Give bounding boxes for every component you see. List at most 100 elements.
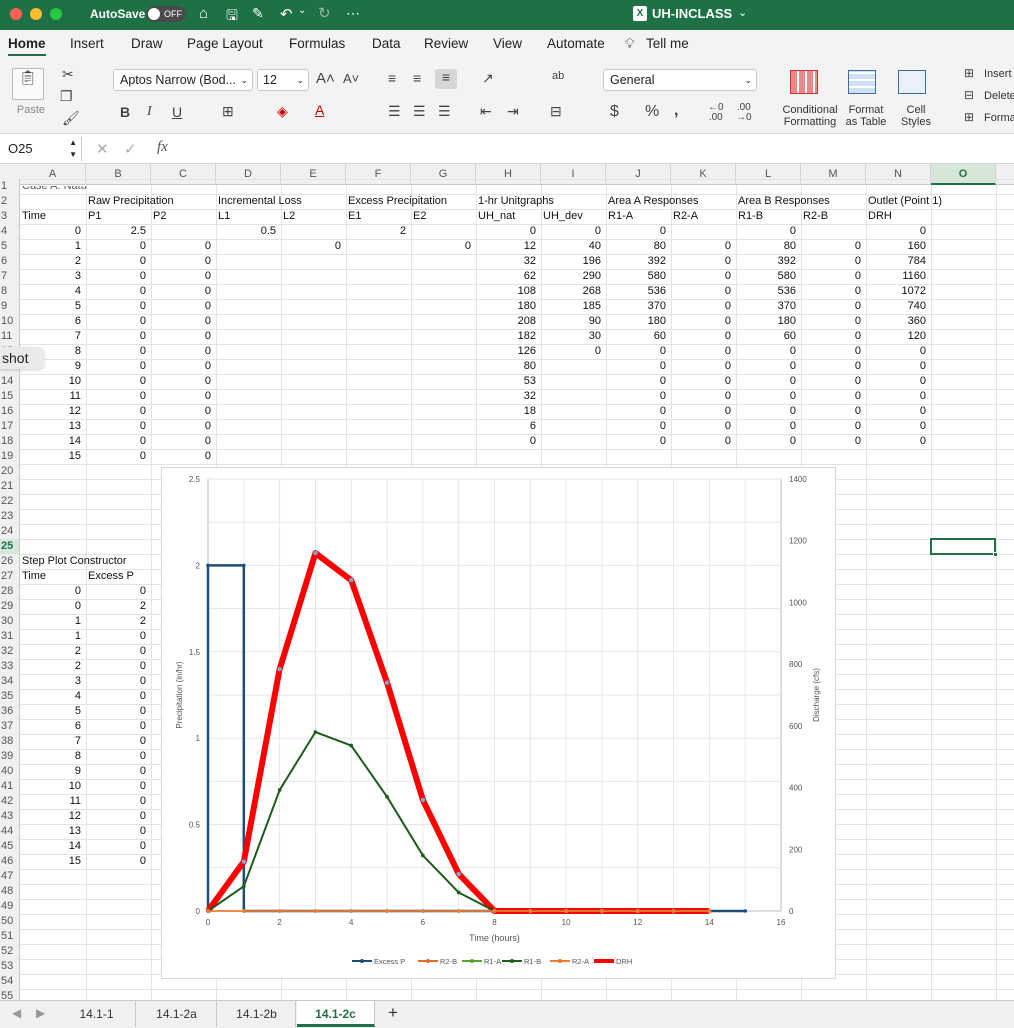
cell[interactable]: 0	[86, 749, 151, 764]
cell[interactable]: 0	[801, 299, 866, 314]
increase-indent-icon[interactable]: ⇥	[507, 103, 519, 120]
column-header-e[interactable]: E	[281, 164, 346, 185]
cell[interactable]: 0	[86, 284, 151, 299]
cell[interactable]: 370	[736, 299, 801, 314]
column-header-b[interactable]: B	[86, 164, 151, 185]
spreadsheet-grid[interactable]: ABCDEFGHIJKLMNO 123456789101112131415161…	[0, 164, 1014, 1000]
row-header[interactable]: 40	[0, 764, 20, 779]
row-header[interactable]: 30	[0, 614, 20, 629]
cell[interactable]: 0	[86, 419, 151, 434]
cell[interactable]: 4	[20, 284, 86, 299]
cell[interactable]: 392	[736, 254, 801, 269]
cell[interactable]: 0	[86, 449, 151, 464]
cell[interactable]: 0	[86, 794, 151, 809]
tab-insert[interactable]: Insert	[70, 36, 104, 51]
tab-review[interactable]: Review	[424, 36, 468, 51]
number-format-select[interactable]: General ⌄	[603, 69, 757, 91]
cell[interactable]: 0	[671, 389, 736, 404]
cell[interactable]: 0	[606, 359, 671, 374]
hydrograph-chart[interactable]: 0 2 4 6 8 10 12 14 16 0 0.5 1 1.5 2 2.5 0 200 400 600 800 10…	[161, 467, 836, 979]
row-header[interactable]: 17	[0, 419, 20, 434]
row-header[interactable]: 51	[0, 929, 20, 944]
cell[interactable]: 0	[86, 824, 151, 839]
zoom-window-button[interactable]	[50, 8, 62, 20]
row-header[interactable]: 4	[0, 224, 20, 239]
cell[interactable]: UH_dev	[541, 209, 606, 224]
autosave-toggle[interactable]: OFF	[146, 6, 186, 22]
row-header[interactable]: 19	[0, 449, 20, 464]
cell-styles-icon[interactable]	[898, 70, 926, 94]
cancel-icon[interactable]: ✕	[96, 140, 109, 158]
insert-cells-button[interactable]: Insert	[984, 68, 1012, 80]
cell[interactable]: 0	[801, 404, 866, 419]
add-sheet-button[interactable]: +	[388, 1003, 398, 1023]
cell[interactable]: 7	[20, 329, 86, 344]
paste-icon[interactable]: 📋︎	[12, 68, 44, 100]
sheet-tab-14-1-1[interactable]: 14.1-1	[58, 1001, 136, 1027]
italic-button[interactable]: I	[147, 104, 152, 120]
cell[interactable]: Raw Precipitation	[86, 194, 174, 209]
align-center-icon[interactable]: ☰	[413, 103, 426, 120]
cell[interactable]: 0	[86, 374, 151, 389]
cell[interactable]: 0	[86, 239, 151, 254]
document-title[interactable]: UH-INCLASS	[652, 6, 732, 21]
copy-icon[interactable]: ❐	[60, 88, 73, 105]
cell[interactable]: 0	[151, 329, 216, 344]
row-header[interactable]: 27	[0, 569, 20, 584]
cell[interactable]: 60	[606, 329, 671, 344]
column-header-o[interactable]: O	[931, 164, 996, 185]
tab-data[interactable]: Data	[372, 36, 401, 51]
format-as-table-button[interactable]: Format as Table	[842, 104, 890, 128]
cell[interactable]: 0	[151, 449, 216, 464]
cell[interactable]: 0	[86, 404, 151, 419]
percent-button[interactable]: %	[645, 103, 659, 121]
cell[interactable]: R1-B	[736, 209, 801, 224]
cell[interactable]: 0	[801, 434, 866, 449]
cell[interactable]: 0	[866, 344, 931, 359]
row-header[interactable]: 22	[0, 494, 20, 509]
cell[interactable]: 0	[606, 224, 671, 239]
cell[interactable]: 0	[736, 389, 801, 404]
merge-center-icon[interactable]: ⊟	[550, 103, 562, 120]
row-header[interactable]: 14	[0, 374, 20, 389]
row-header[interactable]: 18	[0, 434, 20, 449]
column-header-g[interactable]: G	[411, 164, 476, 185]
cell[interactable]: 182	[476, 329, 541, 344]
cell[interactable]: 13	[20, 419, 86, 434]
cell[interactable]: 2	[346, 224, 411, 239]
cell[interactable]: 392	[606, 254, 671, 269]
row-header[interactable]: 43	[0, 809, 20, 824]
cell[interactable]: 0	[151, 419, 216, 434]
row-header[interactable]: 55	[0, 989, 20, 1000]
cell[interactable]: 0	[866, 374, 931, 389]
cell[interactable]: 580	[736, 269, 801, 284]
cell[interactable]: 0	[736, 359, 801, 374]
cell[interactable]: 6	[20, 314, 86, 329]
cell[interactable]: 0	[801, 284, 866, 299]
cell[interactable]: 0	[736, 419, 801, 434]
screenshot-tooltip[interactable]: shot	[0, 347, 44, 369]
column-header-k[interactable]: K	[671, 164, 736, 185]
cell[interactable]: 60	[736, 329, 801, 344]
cell[interactable]: 0	[20, 584, 86, 599]
insert-cells-icon[interactable]: ⊞	[964, 66, 974, 80]
save-icon[interactable]: 🖫	[226, 5, 238, 29]
cell[interactable]: 2.5	[86, 224, 151, 239]
cell[interactable]: 0	[151, 314, 216, 329]
column-header-c[interactable]: C	[151, 164, 216, 185]
cell[interactable]: Area B Responses	[736, 194, 830, 209]
cell[interactable]: 0	[86, 329, 151, 344]
row-header[interactable]: 36	[0, 704, 20, 719]
row-header[interactable]: 3	[0, 209, 20, 224]
align-middle-icon[interactable]: ≡	[413, 70, 421, 86]
cell[interactable]: R2-B	[801, 209, 866, 224]
cell[interactable]: 1-hr Unitgraphs	[476, 194, 554, 209]
row-header[interactable]: 16	[0, 404, 20, 419]
cell[interactable]: 360	[866, 314, 931, 329]
row-header[interactable]: 26	[0, 554, 20, 569]
cell[interactable]: 80	[736, 239, 801, 254]
cell[interactable]: 6	[476, 419, 541, 434]
cell[interactable]: 1	[20, 614, 86, 629]
cell[interactable]: 0	[541, 344, 606, 359]
cell[interactable]: 11	[20, 389, 86, 404]
